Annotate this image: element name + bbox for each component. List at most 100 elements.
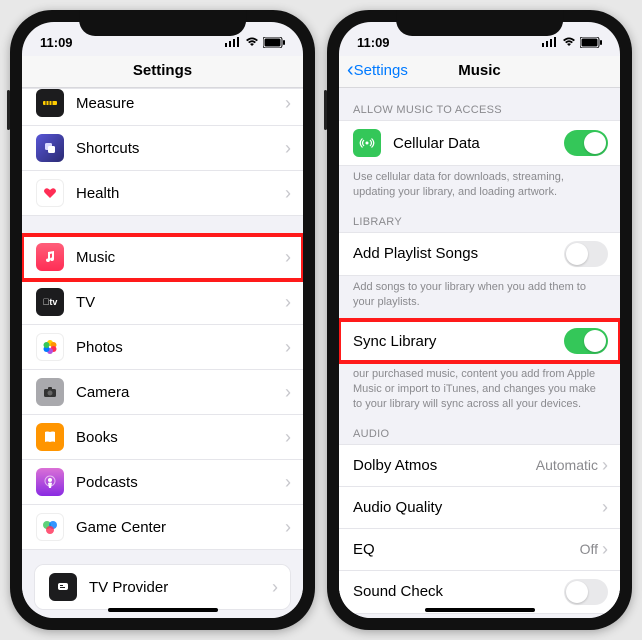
battery-icon: [580, 37, 602, 48]
settings-row-photos[interactable]: Photos ›: [22, 325, 303, 370]
chevron-right-icon: ›: [285, 93, 291, 114]
chevron-right-icon: ›: [285, 337, 291, 358]
settings-row-health[interactable]: Health ›: [22, 171, 303, 215]
row-value: Off: [580, 541, 598, 557]
screen-left: 11:09 Settings Measure › Shortcuts ›: [22, 22, 303, 618]
settings-row-music[interactable]: Music ›: [22, 235, 303, 280]
content-right: ALLOW MUSIC TO ACCESS Cellular Data Use …: [339, 88, 620, 618]
group-audio: Dolby Atmos Automatic › Audio Quality › …: [339, 444, 620, 614]
toggle-sound-check[interactable]: [564, 579, 608, 605]
navbar-right: ‹ Settings Music: [339, 56, 620, 88]
settings-row-tv[interactable]: tv TV ›: [22, 280, 303, 325]
row-eq[interactable]: EQ Off ›: [339, 529, 620, 571]
status-time: 11:09: [40, 35, 73, 50]
chevron-right-icon: ›: [602, 497, 608, 518]
chevron-right-icon: ›: [272, 577, 278, 598]
back-button[interactable]: ‹ Settings: [347, 62, 408, 79]
antenna-icon: [353, 129, 381, 157]
chevron-right-icon: ›: [285, 472, 291, 493]
chevron-right-icon: ›: [285, 427, 291, 448]
row-label: Shortcuts: [76, 140, 285, 157]
phone-left: 11:09 Settings Measure › Shortcuts ›: [10, 10, 315, 630]
chevron-right-icon: ›: [602, 539, 608, 560]
music-icon: [36, 243, 64, 271]
shortcuts-icon: [36, 134, 64, 162]
back-label: Settings: [354, 62, 408, 79]
row-add-playlist[interactable]: Add Playlist Songs: [339, 233, 620, 275]
navbar-left: Settings: [22, 56, 303, 88]
row-audio-quality[interactable]: Audio Quality ›: [339, 487, 620, 529]
home-indicator[interactable]: [425, 608, 535, 612]
measure-icon: [36, 89, 64, 117]
phone-right: 11:09 ‹ Settings Music ALLOW MUSIC TO AC…: [327, 10, 632, 630]
chevron-right-icon: ›: [285, 382, 291, 403]
settings-row-shortcuts[interactable]: Shortcuts ›: [22, 126, 303, 171]
signal-icon: [225, 37, 241, 47]
chevron-right-icon: ›: [285, 247, 291, 268]
row-cellular-data[interactable]: Cellular Data: [339, 121, 620, 165]
settings-row-podcasts[interactable]: Podcasts ›: [22, 460, 303, 505]
status-icons: [225, 37, 285, 48]
status-time: 11:09: [357, 35, 390, 50]
row-sound-check[interactable]: Sound Check: [339, 571, 620, 613]
section-header-downloads: DOWNLOADS: [339, 614, 620, 618]
row-label: Sync Library: [353, 333, 564, 350]
row-label: TV Provider: [89, 579, 272, 596]
row-label: Books: [76, 429, 285, 446]
row-label: Podcasts: [76, 474, 285, 491]
books-icon: [36, 423, 64, 451]
photos-icon: [36, 333, 64, 361]
tvprovider-icon: [49, 573, 77, 601]
group-library-2: Sync Library: [339, 319, 620, 363]
gamecenter-icon: [36, 513, 64, 541]
notch: [79, 10, 247, 36]
signal-icon: [542, 37, 558, 47]
section-header-library: LIBRARY: [339, 200, 620, 232]
settings-row-gamecenter[interactable]: Game Center ›: [22, 505, 303, 549]
chevron-left-icon: ‹: [347, 63, 354, 78]
content-left: Measure › Shortcuts › Health ›: [22, 88, 303, 618]
row-sync-library[interactable]: Sync Library: [339, 320, 620, 362]
row-label: Add Playlist Songs: [353, 245, 564, 262]
health-icon: [36, 179, 64, 207]
row-label: Sound Check: [353, 583, 564, 600]
row-label: TV: [76, 294, 285, 311]
row-dolby-atmos[interactable]: Dolby Atmos Automatic ›: [339, 445, 620, 487]
settings-group-1: Measure › Shortcuts › Health ›: [22, 88, 303, 216]
row-label: Audio Quality: [353, 499, 602, 516]
settings-row-camera[interactable]: Camera ›: [22, 370, 303, 415]
row-label: Camera: [76, 384, 285, 401]
footer-sync: our purchased music, content you add fro…: [339, 363, 620, 412]
toggle-add-playlist[interactable]: [564, 241, 608, 267]
toggle-sync-library[interactable]: [564, 328, 608, 354]
settings-row-books[interactable]: Books ›: [22, 415, 303, 460]
footer-cellular: Use cellular data for downloads, streami…: [339, 166, 620, 200]
row-label: Photos: [76, 339, 285, 356]
chevron-right-icon: ›: [602, 455, 608, 476]
notch: [396, 10, 564, 36]
podcasts-icon: [36, 468, 64, 496]
settings-group-2: Music › tv TV › Photos › Camera ›: [22, 234, 303, 550]
group-library-1: Add Playlist Songs: [339, 232, 620, 276]
toggle-cellular[interactable]: [564, 130, 608, 156]
settings-group-tvprovider: TV Provider ›: [34, 564, 291, 610]
row-label: Health: [76, 185, 285, 202]
section-header-audio: AUDIO: [339, 412, 620, 444]
battery-icon: [263, 37, 285, 48]
screen-right: 11:09 ‹ Settings Music ALLOW MUSIC TO AC…: [339, 22, 620, 618]
chevron-right-icon: ›: [285, 517, 291, 538]
chevron-right-icon: ›: [285, 292, 291, 313]
status-icons: [542, 37, 602, 48]
row-label: Music: [76, 249, 285, 266]
home-indicator[interactable]: [108, 608, 218, 612]
row-label: Game Center: [76, 519, 285, 536]
camera-icon: [36, 378, 64, 406]
page-title: Settings: [133, 62, 192, 79]
wifi-icon: [562, 37, 576, 47]
row-value: Automatic: [536, 457, 598, 473]
settings-row-tvprovider[interactable]: TV Provider ›: [35, 565, 290, 609]
chevron-right-icon: ›: [285, 138, 291, 159]
page-title: Music: [458, 62, 501, 79]
settings-row-measure[interactable]: Measure ›: [22, 89, 303, 126]
group-access: Cellular Data: [339, 120, 620, 166]
